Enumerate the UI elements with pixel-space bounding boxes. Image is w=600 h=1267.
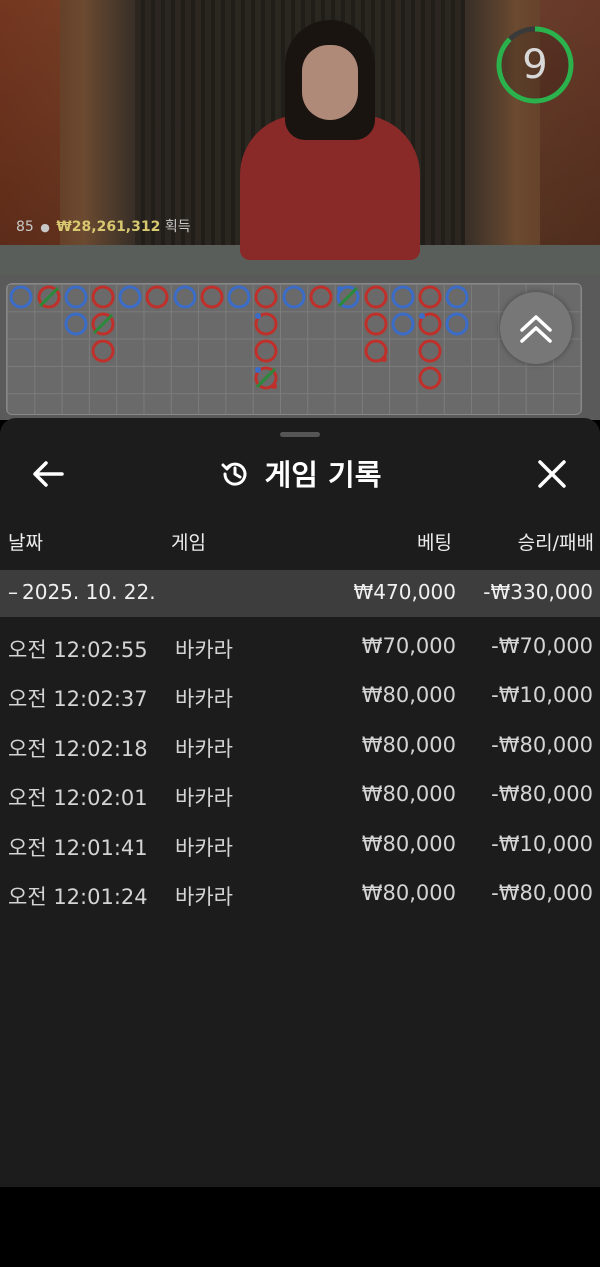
row-result: -₩80,000 xyxy=(491,733,593,757)
column-game: 게임 xyxy=(171,532,206,554)
history-clock-icon xyxy=(219,458,251,497)
row-game: 바카라 xyxy=(175,687,233,711)
history-row[interactable]: 오전 12:01:41 바카라 ₩80,000 -₩10,000 xyxy=(0,832,600,872)
winnings-label: 획득 xyxy=(164,219,191,235)
title-text: 게임 기록 xyxy=(264,458,382,492)
drag-handle[interactable] xyxy=(280,432,320,437)
total-winnings: ₩28,261,312 xyxy=(56,219,161,235)
row-bet: ₩80,000 xyxy=(361,782,456,806)
row-result: -₩80,000 xyxy=(491,881,593,905)
row-time: 오전 12:02:18 xyxy=(8,737,148,761)
row-bet: ₩70,000 xyxy=(361,634,456,658)
game-history-sheet: 게임 기록 날짜 게임 베팅 승리/패배 – 2025. 10. 22. ₩47… xyxy=(0,418,600,1187)
row-time: 오전 12:02:37 xyxy=(8,687,148,711)
row-game: 바카라 xyxy=(175,885,233,909)
row-time: 오전 12:02:55 xyxy=(8,638,148,662)
column-bet: 베팅 xyxy=(417,532,452,554)
row-time: 오전 12:02:01 xyxy=(8,786,148,810)
close-x-icon xyxy=(538,460,566,488)
timer-value: 9 xyxy=(522,42,548,88)
row-result: -₩70,000 xyxy=(491,634,593,658)
row-time: 오전 12:01:41 xyxy=(8,836,148,860)
collapse-icon: – xyxy=(8,580,18,604)
person-icon: ● xyxy=(40,221,50,234)
row-game: 바카라 xyxy=(175,638,233,662)
dealer xyxy=(240,20,420,260)
row-game: 바카라 xyxy=(175,786,233,810)
history-row[interactable]: 오전 12:02:37 바카라 ₩80,000 -₩10,000 xyxy=(0,683,600,723)
countdown-timer: 9 xyxy=(494,24,576,106)
row-result: -₩10,000 xyxy=(491,683,593,707)
row-game: 바카라 xyxy=(175,737,233,761)
viewer-count: 85 xyxy=(16,219,34,235)
row-result: -₩80,000 xyxy=(491,782,593,806)
row-game: 바카라 xyxy=(175,836,233,860)
live-video: 85 ● ₩28,261,312 획득 9 xyxy=(0,0,600,275)
column-win-loss: 승리/패배 xyxy=(517,532,594,554)
row-result: -₩10,000 xyxy=(491,832,593,856)
expand-road-button[interactable] xyxy=(500,292,572,364)
column-date: 날짜 xyxy=(8,532,43,554)
group-result-total: -₩330,000 xyxy=(483,580,593,604)
row-bet: ₩80,000 xyxy=(361,881,456,905)
row-bet: ₩80,000 xyxy=(361,683,456,707)
date-group-row[interactable]: – 2025. 10. 22. ₩470,000 -₩330,000 xyxy=(0,570,600,617)
close-button[interactable] xyxy=(532,454,572,494)
history-row[interactable]: 오전 12:02:18 바카라 ₩80,000 -₩80,000 xyxy=(0,733,600,773)
double-chevron-up-icon xyxy=(520,315,552,343)
stream-stats: 85 ● ₩28,261,312 획득 xyxy=(16,216,191,236)
group-date: 2025. 10. 22. xyxy=(22,580,156,604)
row-bet: ₩80,000 xyxy=(361,832,456,856)
history-row[interactable]: 오전 12:02:55 바카라 ₩70,000 -₩70,000 xyxy=(0,634,600,674)
sheet-title: 게임 기록 xyxy=(0,452,600,497)
history-row[interactable]: 오전 12:01:24 바카라 ₩80,000 -₩80,000 xyxy=(0,881,600,921)
group-bet-total: ₩470,000 xyxy=(353,580,456,604)
row-bet: ₩80,000 xyxy=(361,733,456,757)
history-row[interactable]: 오전 12:02:01 바카라 ₩80,000 -₩80,000 xyxy=(0,782,600,822)
row-time: 오전 12:01:24 xyxy=(8,885,148,909)
